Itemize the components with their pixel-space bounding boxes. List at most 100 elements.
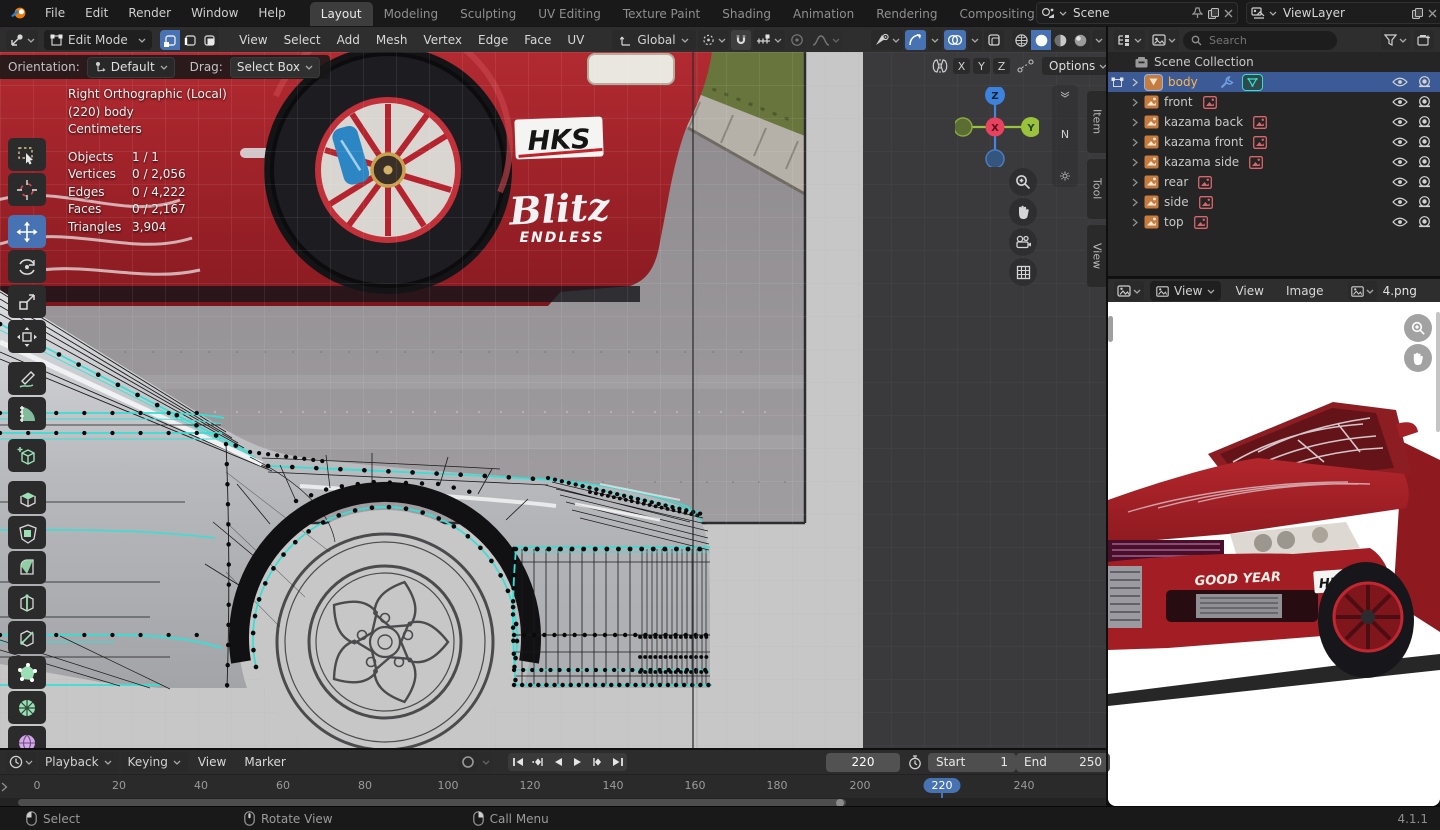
- snap-target-dropdown[interactable]: [752, 30, 785, 50]
- image-editor-canvas[interactable]: GOOD YEAR HKS: [1108, 302, 1440, 806]
- expand-channel-chevron-icon[interactable]: [1, 782, 8, 792]
- menu-window[interactable]: Window: [181, 0, 248, 26]
- close-icon[interactable]: [1224, 9, 1233, 18]
- hide-eye-icon[interactable]: [1392, 217, 1408, 227]
- menu-edge[interactable]: Edge: [470, 33, 516, 47]
- editor-separator-horizontal[interactable]: [0, 748, 1108, 750]
- tool-loop-cut[interactable]: [8, 586, 46, 619]
- stopwatch-icon[interactable]: [908, 755, 922, 770]
- filter-dropdown[interactable]: [1381, 30, 1410, 50]
- expand-chevron-icon[interactable]: [1130, 118, 1140, 127]
- tool-measure[interactable]: [8, 397, 46, 430]
- play-reverse-button[interactable]: [548, 753, 567, 771]
- timeline-scrollbar[interactable]: [18, 799, 846, 806]
- editor-separator-horizontal[interactable]: [1108, 276, 1440, 278]
- tab-compositing[interactable]: Compositing: [948, 2, 1045, 26]
- menu-timeline-view[interactable]: View: [190, 755, 234, 769]
- tab-modeling[interactable]: Modeling: [373, 2, 450, 26]
- wireframe-shading-button[interactable]: [1012, 30, 1032, 50]
- prev-keyframe-button[interactable]: [528, 753, 547, 771]
- menu-image-view[interactable]: View: [1227, 284, 1271, 298]
- face-select-mode-button[interactable]: [200, 30, 220, 50]
- tool-move[interactable]: [8, 215, 46, 248]
- playback-dropdown[interactable]: Playback: [38, 752, 119, 772]
- hide-eye-icon[interactable]: [1392, 137, 1408, 147]
- new-collection-button[interactable]: [1414, 30, 1434, 50]
- vertex-select-mode-button[interactable]: [160, 30, 180, 50]
- outliner-row[interactable]: top: [1108, 212, 1440, 232]
- menu-view[interactable]: View: [231, 33, 275, 47]
- image-scrollbar-right[interactable]: [1436, 312, 1440, 432]
- options-dropdown[interactable]: Options: [1042, 57, 1108, 75]
- disable-render-camera-icon[interactable]: [1417, 76, 1432, 88]
- rendered-shading-button[interactable]: [1070, 30, 1090, 50]
- outliner-search[interactable]: [1183, 30, 1337, 50]
- mirror-y-button[interactable]: Y: [973, 58, 990, 74]
- proportional-falloff-dropdown[interactable]: [808, 30, 843, 50]
- menu-marker[interactable]: Marker: [236, 755, 293, 769]
- gizmo-y-neg-axis[interactable]: [955, 117, 973, 137]
- edge-select-mode-button[interactable]: [180, 30, 200, 50]
- perspective-toggle-button[interactable]: [1009, 258, 1037, 286]
- outliner-row[interactable]: kazama back: [1108, 112, 1440, 132]
- menu-edit[interactable]: Edit: [75, 0, 118, 26]
- tool-inset-faces[interactable]: [8, 516, 46, 549]
- mirror-icon[interactable]: [930, 58, 950, 74]
- disable-render-camera-icon[interactable]: [1417, 156, 1432, 168]
- gizmos-toggle-button[interactable]: [904, 30, 926, 50]
- tab-sculpting[interactable]: Sculpting: [449, 2, 527, 26]
- menu-vertex[interactable]: Vertex: [415, 33, 470, 47]
- menu-file[interactable]: File: [35, 0, 75, 26]
- end-frame-field[interactable]: End 250: [1016, 752, 1110, 772]
- timeline-ruler[interactable]: 0 20 40 60 80 100 120 140 160 180 200 22…: [0, 774, 1108, 807]
- expand-chevron-icon[interactable]: [1130, 78, 1140, 87]
- transform-orientation-dropdown[interactable]: Global: [612, 30, 696, 50]
- tool-transform[interactable]: [8, 320, 46, 353]
- playhead-badge[interactable]: 220: [923, 778, 961, 793]
- menu-render[interactable]: Render: [118, 0, 181, 26]
- tool-add-cube[interactable]: [8, 439, 46, 472]
- tool-select-box[interactable]: [8, 138, 46, 171]
- solid-shading-button[interactable]: [1031, 30, 1051, 50]
- disable-render-camera-icon[interactable]: [1417, 96, 1432, 108]
- start-frame-field[interactable]: Start 1: [928, 752, 1016, 772]
- disable-render-camera-icon[interactable]: [1417, 116, 1432, 128]
- tab-shading[interactable]: Shading: [711, 2, 782, 26]
- tool-smooth[interactable]: [8, 726, 46, 750]
- viewport-3d[interactable]: HKS Blitz ENDLESS: [0, 52, 1108, 750]
- pivot-point-dropdown[interactable]: [697, 30, 729, 50]
- mode-dropdown[interactable]: Edit Mode: [44, 30, 153, 50]
- editor-type-button[interactable]: [6, 30, 38, 50]
- tab-layout[interactable]: Layout: [309, 2, 373, 26]
- current-frame-field[interactable]: 220: [826, 752, 900, 772]
- outliner-row[interactable]: front: [1108, 92, 1440, 112]
- outliner-row-body[interactable]: body: [1108, 72, 1440, 92]
- proportional-editing-button[interactable]: [786, 30, 807, 50]
- close-icon[interactable]: [1428, 9, 1437, 18]
- navigation-gizmo[interactable]: Z Y X: [955, 87, 1039, 167]
- search-input[interactable]: [1207, 32, 1301, 48]
- outliner-row-scene-collection[interactable]: Scene Collection: [1108, 52, 1440, 72]
- camera-view-button[interactable]: [1009, 228, 1037, 256]
- tool-spin[interactable]: [8, 691, 46, 724]
- tool-annotate[interactable]: [8, 362, 46, 395]
- tool-extrude-region[interactable]: [8, 481, 46, 514]
- pin-icon[interactable]: [1192, 7, 1203, 19]
- jump-to-start-button[interactable]: [508, 753, 527, 771]
- disable-render-camera-icon[interactable]: [1417, 176, 1432, 188]
- mirror-z-button[interactable]: Z: [993, 58, 1010, 74]
- tool-bevel[interactable]: [8, 551, 46, 584]
- light-icon[interactable]: [1059, 171, 1071, 181]
- tool-poly-build[interactable]: [8, 656, 46, 689]
- pan-button[interactable]: [1009, 198, 1037, 226]
- outliner-editor-type-button[interactable]: [1114, 30, 1145, 50]
- new-copy-icon[interactable]: [1411, 7, 1424, 20]
- outliner-row[interactable]: rear: [1108, 172, 1440, 192]
- tool-rotate[interactable]: [8, 250, 46, 283]
- expand-chevron-icon[interactable]: [1130, 198, 1140, 207]
- image-mode-dropdown[interactable]: View: [1150, 281, 1222, 301]
- tab-animation[interactable]: Animation: [782, 2, 865, 26]
- tab-uv-editing[interactable]: UV Editing: [527, 2, 612, 26]
- chevron-collapse-icon[interactable]: [1060, 91, 1070, 98]
- sidebar-tab-tool[interactable]: Tool: [1086, 158, 1107, 220]
